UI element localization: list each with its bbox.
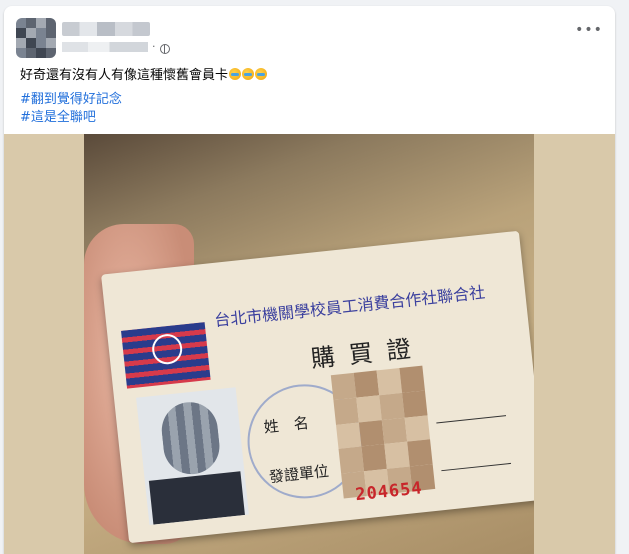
id-photo-blurred <box>136 387 249 525</box>
more-options-button[interactable]: ••• <box>575 18 602 42</box>
laughing-crying-emoji-icon <box>242 68 255 80</box>
meta-separator: · <box>152 40 156 53</box>
post-text: 好奇還有沒有人有像這種懷舊會員卡 <box>20 64 268 83</box>
hashtag-link[interactable]: #這是全聯吧 <box>20 106 96 125</box>
card-issuer-line <box>441 462 512 472</box>
laughing-crying-emoji-icon <box>255 68 268 80</box>
card-org-name: 台北市機關學校員工消費合作社聯合社 <box>213 282 486 331</box>
hashtag-link[interactable]: #翻到覺得好記念 <box>20 88 122 107</box>
author-name-blurred[interactable] <box>62 22 150 36</box>
card-logo-icon <box>150 332 184 366</box>
avatar[interactable] <box>16 18 56 58</box>
card-name-line <box>436 415 507 424</box>
post-text-body: 好奇還有沒有人有像這種懷舊會員卡 <box>20 68 229 83</box>
globe-icon <box>160 44 170 54</box>
member-card-image: 台北市機關學校員工消費合作社聯合社 購買證 姓 名 發證單位 204654 <box>101 230 534 544</box>
post-photo[interactable]: 台北市機關學校員工消費合作社聯合社 購買證 姓 名 發證單位 204654 <box>4 134 615 554</box>
post-timestamp-blurred[interactable] <box>62 42 148 52</box>
card-logo-stripes <box>121 322 211 389</box>
photo-content: 台北市機關學校員工消費合作社聯合社 購買證 姓 名 發證單位 204654 <box>84 134 534 554</box>
laughing-crying-emoji-icon <box>229 68 242 80</box>
post-card: · ••• 好奇還有沒有人有像這種懷舊會員卡 #翻到覺得好記念 #這是全聯吧 台… <box>4 6 615 554</box>
